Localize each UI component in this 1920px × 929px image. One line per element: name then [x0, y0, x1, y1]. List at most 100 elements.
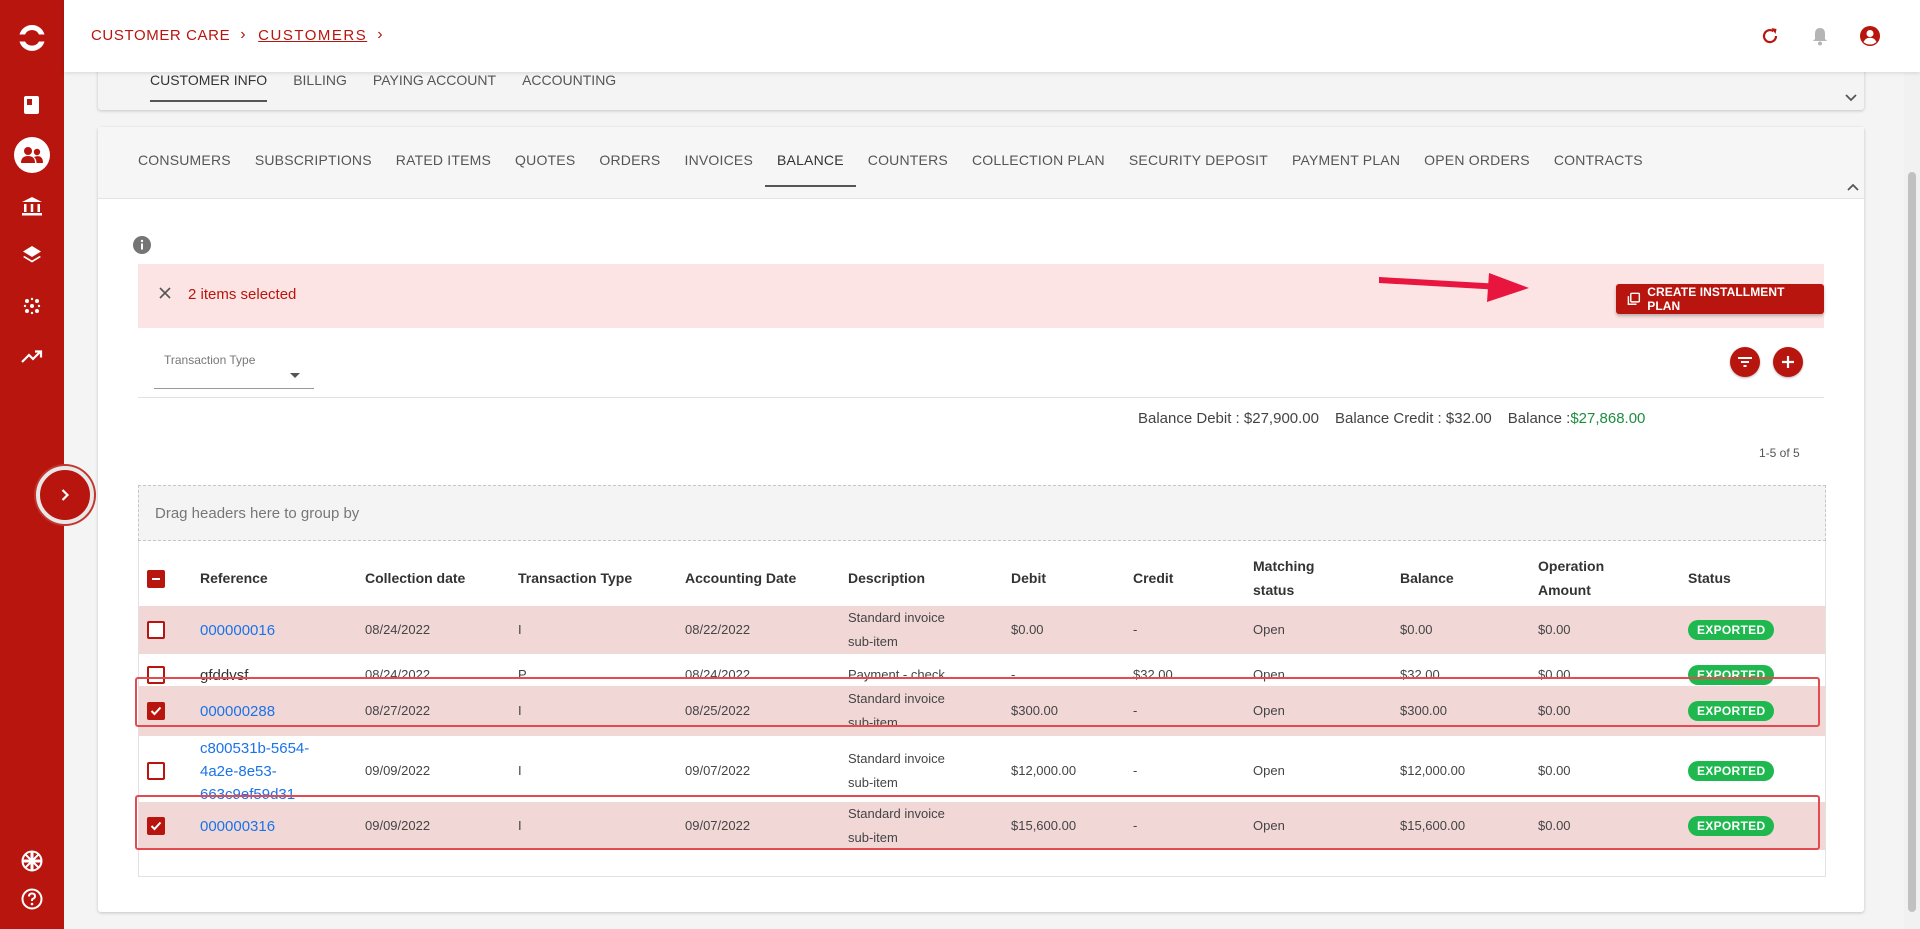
tab-payment-plan[interactable]: PAYMENT PLAN [1280, 127, 1412, 187]
balance: $15,600.00 [1400, 818, 1466, 833]
expand-sidebar-button[interactable] [36, 466, 94, 524]
transaction-type: P [518, 667, 527, 682]
balance-total-label: Balance : [1507, 410, 1571, 427]
tab-counters[interactable]: COUNTERS [856, 127, 960, 187]
operation-amount: $0.00 [1538, 622, 1571, 637]
create-installment-plan-button[interactable]: CREATE INSTALLMENT PLAN [1616, 284, 1824, 314]
selection-count: 2 items selected [188, 286, 297, 303]
matching-status: Open [1253, 667, 1285, 682]
transaction-type: I [518, 622, 522, 637]
tab-consumers[interactable]: CONSUMERS [126, 127, 243, 187]
breadcrumb-current[interactable]: CUSTOMERS [258, 27, 367, 44]
table-row[interactable]: 000000316 09/09/2022 I 09/07/2022 Standard i… [139, 802, 1825, 850]
tab-rated-items[interactable]: RATED ITEMS [384, 127, 503, 187]
chevron-down-icon[interactable] [1844, 90, 1858, 108]
balance-credit: Balance Credit : $32.00 [1335, 410, 1492, 427]
grid-header-row: Reference Collection date Transaction Ty… [139, 550, 1825, 606]
tab-collection-plan[interactable]: COLLECTION PLAN [960, 127, 1117, 187]
row-checkbox[interactable] [147, 762, 165, 780]
dropdown-caret-icon [290, 373, 300, 378]
tab-orders[interactable]: ORDERS [587, 127, 672, 187]
accounting-date: 08/25/2022 [685, 703, 751, 718]
breadcrumb: CUSTOMER CARE › CUSTOMERS › [91, 26, 393, 44]
credit: - [1133, 818, 1138, 833]
selection-bar: 2 items selected CREATE INSTALLMENT PLAN [138, 264, 1824, 328]
book-icon[interactable] [20, 93, 44, 117]
header-reference[interactable]: Reference [200, 566, 268, 590]
page-scrollbar[interactable] [1904, 72, 1920, 929]
header-credit[interactable]: Credit [1133, 566, 1173, 590]
reference-link[interactable]: 000000016 [200, 619, 275, 642]
header-debit[interactable]: Debit [1011, 566, 1046, 590]
header-status[interactable]: Status [1688, 566, 1731, 590]
transaction-type: I [518, 763, 522, 778]
table-row[interactable]: gfddvsf 08/24/2022 P 08/24/2022 Payment - ch… [139, 664, 1825, 686]
scatter-icon[interactable] [20, 294, 44, 318]
accounting-date: 09/07/2022 [685, 818, 751, 833]
sidebar [0, 0, 64, 929]
tab-quotes[interactable]: QUOTES [503, 127, 587, 187]
tab-security-deposit[interactable]: SECURITY DEPOSIT [1117, 127, 1280, 187]
help-icon[interactable] [20, 887, 44, 911]
customers-icon[interactable] [14, 137, 50, 173]
table-row[interactable]: 000000288 08/27/2022 I 08/25/2022 Standard i… [139, 686, 1825, 736]
scrollbar-thumb[interactable] [1908, 172, 1916, 912]
header-transaction-type[interactable]: Transaction Type [518, 566, 632, 590]
tab-balance[interactable]: BALANCE [765, 127, 856, 187]
debit: $15,600.00 [1011, 818, 1077, 833]
filter-button[interactable] [1730, 347, 1760, 377]
reference-link[interactable]: 000000288 [200, 700, 275, 723]
reference-text[interactable]: 000000016 [200, 619, 275, 642]
row-checkbox[interactable] [147, 817, 165, 835]
status-badge: EXPORTED [1688, 816, 1775, 836]
reference-text[interactable]: 000000316 [200, 815, 275, 838]
info-icon[interactable] [132, 235, 152, 260]
header-description[interactable]: Description [848, 566, 925, 590]
status-badge: EXPORTED [1688, 665, 1775, 685]
balance: $12,000.00 [1400, 763, 1466, 778]
tab-invoices[interactable]: INVOICES [672, 127, 765, 187]
breadcrumb-root[interactable]: CUSTOMER CARE [91, 27, 230, 44]
filter-list-icon [1738, 357, 1752, 367]
account-circle-icon[interactable] [1858, 24, 1882, 48]
header-operation-amount[interactable]: Operation Amount [1538, 554, 1604, 602]
select-all-checkbox[interactable] [147, 570, 165, 588]
table-row[interactable]: c800531b-5654- 4a2e-8e53- 663c9ef59d31 09/0… [139, 740, 1825, 803]
refresh-icon[interactable] [1758, 24, 1782, 48]
customer-tabs: CONSUMERS SUBSCRIPTIONS RATED ITEMS QUOTES O… [126, 127, 1655, 187]
reference-text[interactable]: 4a2e-8e53- [200, 760, 309, 783]
header-accounting-date[interactable]: Accounting Date [685, 566, 796, 590]
row-checkbox[interactable] [147, 666, 165, 684]
pager-info: 1-5 of 5 [1759, 446, 1800, 460]
balance-debit: Balance Debit : $27,900.00 [1138, 410, 1319, 427]
header-operation-line2: Amount [1538, 582, 1591, 598]
reference-text[interactable]: c800531b-5654- [200, 737, 309, 760]
tab-open-orders[interactable]: OPEN ORDERS [1412, 127, 1542, 187]
trending-up-icon[interactable] [20, 345, 44, 369]
reference-link[interactable]: 000000316 [200, 815, 275, 838]
tab-bar: CONSUMERS SUBSCRIPTIONS RATED ITEMS QUOTES O… [98, 127, 1864, 199]
reference-link[interactable]: c800531b-5654- 4a2e-8e53- 663c9ef59d31 [200, 737, 309, 806]
matching-status: Open [1253, 703, 1285, 718]
tab-subscriptions[interactable]: SUBSCRIPTIONS [243, 127, 384, 187]
top-bar: CUSTOMER CARE › CUSTOMERS › [64, 0, 1920, 72]
row-checkbox[interactable] [147, 621, 165, 639]
chevron-up-icon[interactable] [1846, 179, 1860, 197]
transaction-type-select[interactable]: Transaction Type [154, 349, 314, 389]
collection-date: 09/09/2022 [365, 818, 431, 833]
notifications-bell-icon[interactable] [1808, 24, 1832, 48]
tab-contracts[interactable]: CONTRACTS [1542, 127, 1655, 187]
app-logo[interactable] [16, 22, 48, 54]
language-flag-icon[interactable] [20, 849, 44, 873]
header-matching-status[interactable]: Matching status [1253, 554, 1314, 602]
header-collection-date[interactable]: Collection date [365, 566, 465, 590]
table-row[interactable]: 000000016 08/24/2022 I 08/22/2022 Standard i… [139, 606, 1825, 654]
reference-text[interactable]: 000000288 [200, 700, 275, 723]
group-by-drop-area[interactable]: Drag headers here to group by [138, 485, 1826, 541]
row-checkbox[interactable] [147, 702, 165, 720]
bank-icon[interactable] [20, 194, 44, 218]
add-button[interactable] [1773, 347, 1803, 377]
layers-icon[interactable] [20, 243, 44, 267]
header-balance[interactable]: Balance [1400, 566, 1454, 590]
clear-selection-close-icon[interactable] [158, 286, 172, 305]
